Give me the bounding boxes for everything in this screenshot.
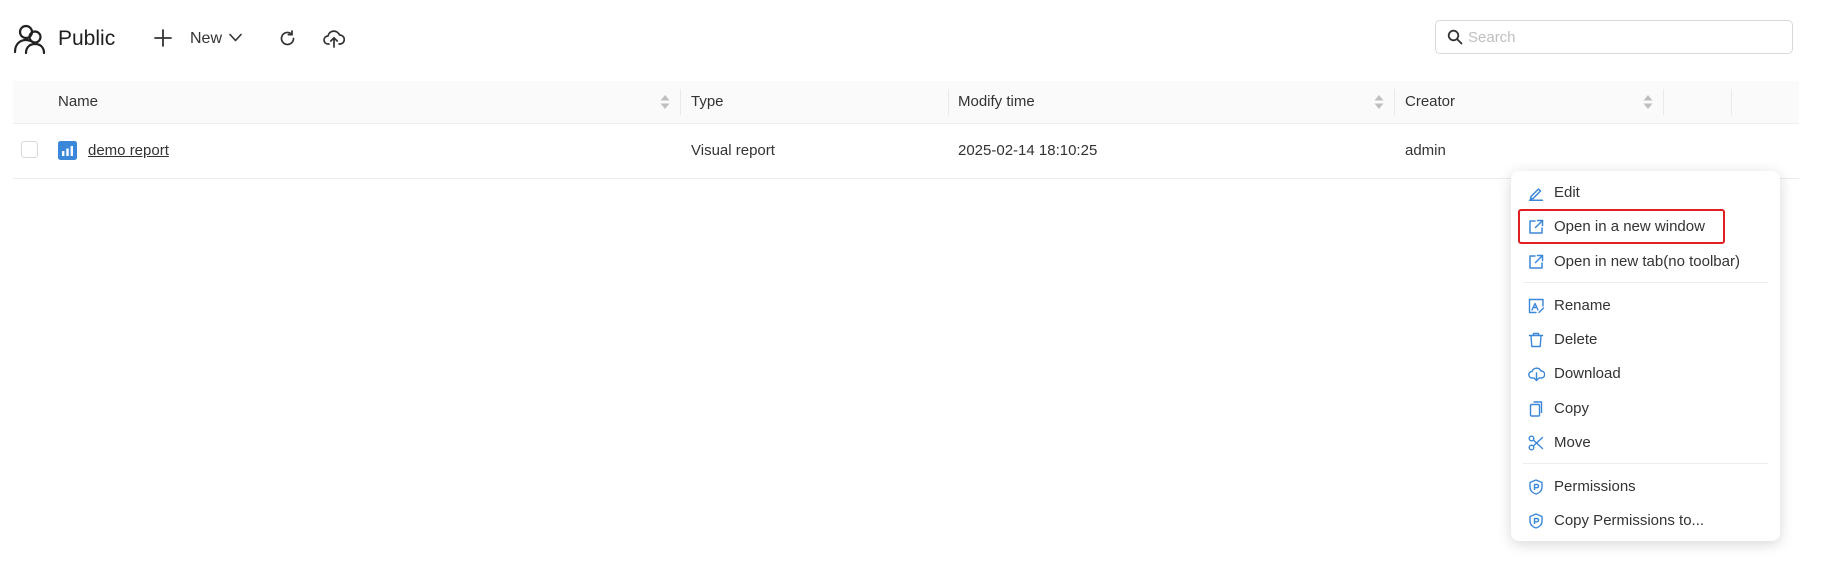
menu-divider bbox=[1523, 463, 1768, 464]
menu-item-copy[interactable]: Copy bbox=[1511, 394, 1780, 424]
menu-divider bbox=[1523, 282, 1768, 283]
menu-item-open-new-tab[interactable]: Open in new tab(no toolbar) bbox=[1511, 247, 1780, 277]
column-divider[interactable] bbox=[1663, 89, 1664, 115]
menu-item-move[interactable]: Move bbox=[1511, 428, 1780, 458]
page-title: Public bbox=[58, 27, 116, 50]
column-divider[interactable] bbox=[1394, 89, 1395, 115]
menu-item-rename[interactable]: Rename bbox=[1511, 291, 1780, 321]
sort-icon[interactable] bbox=[1643, 94, 1653, 110]
shield-icon bbox=[1528, 513, 1544, 529]
menu-item-edit[interactable]: Edit bbox=[1511, 178, 1780, 208]
menu-item-download[interactable]: Download bbox=[1511, 359, 1780, 389]
copy-icon bbox=[1528, 401, 1544, 417]
refresh-icon[interactable] bbox=[279, 30, 296, 47]
column-divider[interactable] bbox=[680, 89, 681, 115]
cloud-download-icon bbox=[1528, 366, 1545, 382]
shield-icon bbox=[1528, 479, 1544, 495]
column-header-modify-time[interactable]: Modify time bbox=[958, 93, 1035, 110]
rename-icon bbox=[1528, 298, 1545, 314]
column-divider[interactable] bbox=[948, 89, 949, 115]
creator: admin bbox=[1405, 142, 1446, 159]
context-menu: Edit Open in a new window Open in new ta… bbox=[1511, 171, 1780, 541]
users-icon bbox=[13, 22, 47, 56]
search-box[interactable] bbox=[1435, 20, 1793, 54]
cloud-upload-icon[interactable] bbox=[323, 29, 345, 48]
report-name-link[interactable]: demo report bbox=[88, 142, 169, 159]
column-header-type[interactable]: Type bbox=[691, 93, 724, 110]
modify-time: 2025-02-14 18:10:25 bbox=[958, 142, 1098, 159]
new-button[interactable]: New bbox=[190, 30, 222, 48]
plus-icon[interactable] bbox=[154, 29, 172, 47]
search-input[interactable] bbox=[1468, 21, 1778, 53]
edit-icon bbox=[1528, 185, 1544, 201]
trash-icon bbox=[1528, 332, 1544, 348]
highlight-box bbox=[1518, 209, 1725, 244]
menu-item-delete[interactable]: Delete bbox=[1511, 325, 1780, 355]
column-divider[interactable] bbox=[1731, 89, 1732, 115]
report-type: Visual report bbox=[691, 142, 775, 159]
scissors-icon bbox=[1528, 435, 1544, 451]
sort-icon[interactable] bbox=[1374, 94, 1384, 110]
search-icon bbox=[1447, 29, 1463, 45]
column-header-creator[interactable]: Creator bbox=[1405, 93, 1455, 110]
column-header-name[interactable]: Name bbox=[58, 93, 98, 110]
sort-icon[interactable] bbox=[660, 94, 670, 110]
menu-item-copy-permissions[interactable]: Copy Permissions to... bbox=[1511, 506, 1780, 536]
chevron-down-icon[interactable] bbox=[229, 33, 242, 42]
menu-item-permissions[interactable]: Permissions bbox=[1511, 472, 1780, 502]
external-link-icon bbox=[1528, 254, 1544, 270]
bar-chart-icon bbox=[58, 141, 77, 160]
table-header: Name Type Modify time Creator bbox=[13, 81, 1799, 124]
toolbar: Public New bbox=[0, 0, 1821, 80]
row-checkbox[interactable] bbox=[21, 141, 38, 158]
